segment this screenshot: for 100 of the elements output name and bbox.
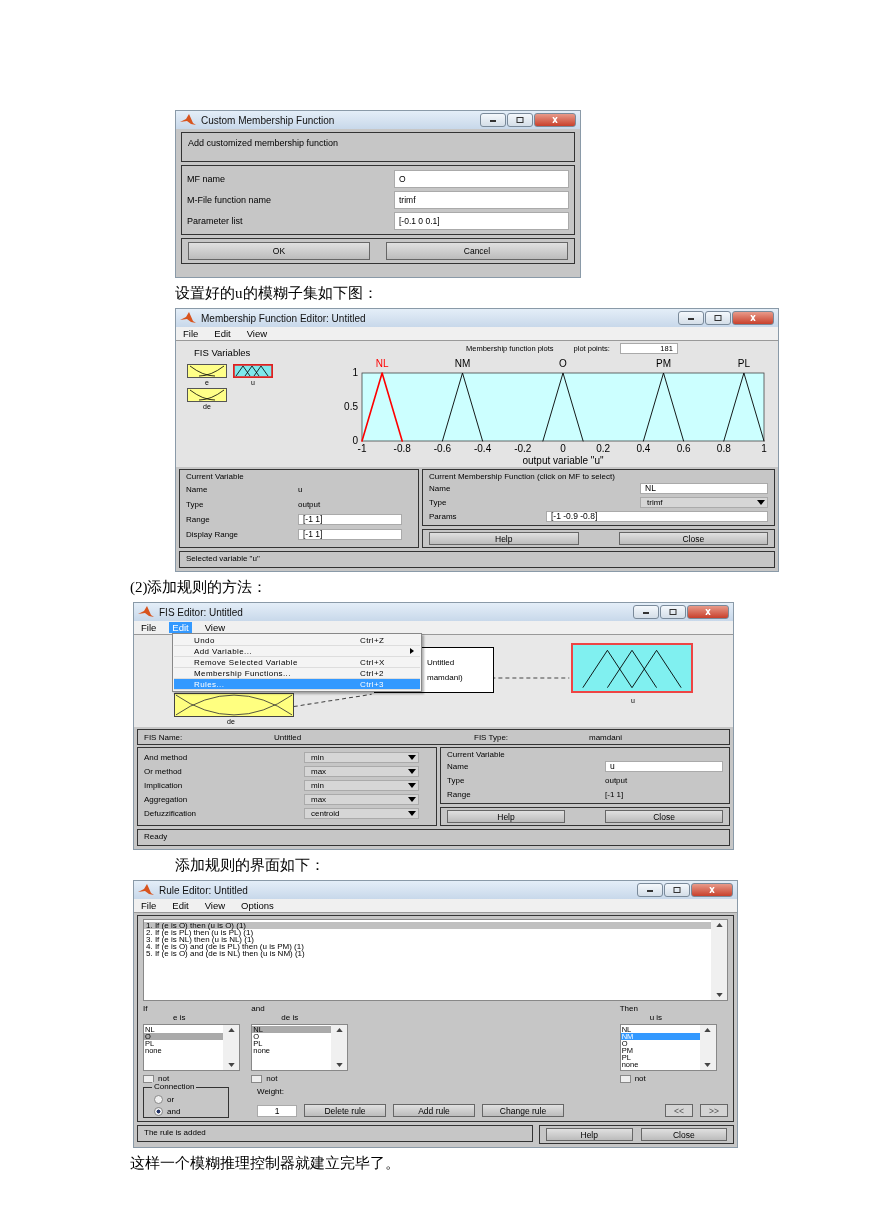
text-field[interactable]: trimf xyxy=(394,191,569,209)
app-logo-icon xyxy=(138,606,154,618)
variable-label: u is xyxy=(648,1013,664,1022)
scroll-down-icon xyxy=(704,1063,712,1067)
menu-item[interactable]: Edit xyxy=(169,900,192,911)
maximize-button[interactable] xyxy=(664,883,690,897)
app-logo-icon xyxy=(180,114,196,126)
close-button[interactable] xyxy=(691,883,733,897)
close-icon xyxy=(748,315,758,321)
variable-block[interactable] xyxy=(233,364,273,378)
checkbox[interactable] xyxy=(143,1074,154,1083)
rule-button[interactable]: Delete rule xyxy=(304,1104,386,1117)
x-tick-label: -0.2 xyxy=(514,443,532,454)
window-title: Membership Function Editor: Untitled xyxy=(201,312,366,324)
scrollbar[interactable] xyxy=(223,1025,239,1070)
checkbox-label: not xyxy=(158,1074,170,1083)
dialog-button[interactable]: Close xyxy=(605,810,723,823)
scrollbar[interactable] xyxy=(711,920,727,1000)
variable-block[interactable] xyxy=(187,388,227,402)
variable-block[interactable] xyxy=(187,364,227,378)
maximize-button[interactable] xyxy=(660,605,686,619)
rule-item[interactable]: 1. If (e is O) then (u is O) (1) xyxy=(144,922,711,929)
membership-curve[interactable] xyxy=(361,372,403,442)
menu-item[interactable]: Add Variable... xyxy=(174,646,420,657)
close-button[interactable] xyxy=(687,605,729,619)
minimize-button[interactable] xyxy=(480,113,506,127)
minimize-button[interactable] xyxy=(633,605,659,619)
y-tick-label: 0 xyxy=(352,435,358,446)
text-field[interactable]: [-1 1] xyxy=(298,528,402,540)
curve-label: PM xyxy=(656,358,671,369)
membership-curve[interactable] xyxy=(441,372,484,442)
output-variable-block[interactable] xyxy=(571,643,693,693)
dropdown[interactable]: min xyxy=(304,751,419,763)
menu-item[interactable]: Undo Ctrl+Z xyxy=(174,635,420,646)
dropdown[interactable]: max xyxy=(304,765,419,777)
rule-button[interactable]: Add rule xyxy=(393,1104,475,1117)
status-text: The rule is added xyxy=(144,1128,206,1137)
minimize-icon xyxy=(488,117,498,123)
close-button[interactable] xyxy=(534,113,576,127)
scrollbar[interactable] xyxy=(331,1025,348,1070)
radio-button[interactable] xyxy=(154,1107,163,1116)
dialog-button[interactable]: Help xyxy=(447,810,565,823)
membership-curve[interactable] xyxy=(642,372,685,442)
text-field[interactable]: [-1 -0.9 -0.8] xyxy=(546,510,768,522)
dialog-button[interactable]: Close xyxy=(640,1128,727,1141)
field-label: Parameter list xyxy=(187,216,243,226)
text-field[interactable]: NL xyxy=(640,482,768,494)
field-label: FIS Name: xyxy=(144,732,184,742)
field-label: Type xyxy=(429,497,448,507)
maximize-button[interactable] xyxy=(705,311,731,325)
close-icon xyxy=(550,117,560,123)
menu-item[interactable]: Options xyxy=(238,900,277,911)
rule-button[interactable]: Change rule xyxy=(482,1104,564,1117)
dialog-button[interactable]: Cancel xyxy=(386,242,568,260)
text-field[interactable]: [-1 1] xyxy=(298,513,402,525)
rule-item[interactable]: 4. If (e is O) and (de is PL) then (u is PM) (1) xyxy=(144,943,711,950)
system-text: Untitled xyxy=(427,658,456,667)
radio-button[interactable] xyxy=(154,1095,163,1104)
menu-item[interactable]: Edit xyxy=(211,328,234,339)
section-title: FIS Variables xyxy=(194,347,251,358)
close-button[interactable] xyxy=(732,311,774,325)
membership-curves-icon xyxy=(175,694,293,716)
text-field[interactable]: u xyxy=(605,760,723,772)
weight-field[interactable]: 1 xyxy=(257,1104,297,1117)
menu-item[interactable]: View xyxy=(201,622,229,633)
value-text: u xyxy=(298,484,303,494)
rule-item[interactable]: 3. If (e is NL) then (u is NL) (1) xyxy=(144,936,711,943)
menu-item[interactable]: File xyxy=(138,622,160,633)
rule-item[interactable]: 2. If (e is PL) then (u is PL) (1) xyxy=(144,929,711,936)
dropdown[interactable]: centroid xyxy=(304,807,419,819)
dropdown[interactable]: min xyxy=(304,779,419,791)
field-label: Type xyxy=(186,499,205,509)
close-icon xyxy=(707,887,717,893)
input-variable-block[interactable] xyxy=(174,693,294,717)
dropdown[interactable]: trimf xyxy=(640,496,768,508)
text-field[interactable]: [-0.1 0 0.1] xyxy=(394,212,569,230)
text-field[interactable]: O xyxy=(394,170,569,188)
membership-curve[interactable] xyxy=(542,372,584,442)
scroll-down-icon xyxy=(227,1063,235,1067)
menu-item[interactable]: Remove Selected Variable Ctrl+X xyxy=(174,657,420,668)
x-tick-label: 0 xyxy=(560,443,566,454)
menu-item[interactable]: View xyxy=(201,900,229,911)
menu-item[interactable]: View xyxy=(243,328,271,339)
membership-curve[interactable] xyxy=(723,372,765,442)
x-tick-label: -1 xyxy=(357,443,367,454)
checkbox[interactable] xyxy=(251,1074,263,1083)
dialog-button[interactable]: OK xyxy=(188,242,370,260)
dialog-button[interactable]: Help xyxy=(546,1128,633,1141)
checkbox[interactable] xyxy=(619,1074,631,1083)
rule-item[interactable]: 5. If (e is O) and (de is NL) then (u is NM) (1) xyxy=(144,950,711,957)
minimize-button[interactable] xyxy=(678,311,704,325)
curve-label: NM xyxy=(454,358,471,369)
minimize-button[interactable] xyxy=(637,883,663,897)
menu-item[interactable]: File xyxy=(180,328,202,339)
scrollbar[interactable] xyxy=(699,1025,716,1070)
maximize-button[interactable] xyxy=(507,113,533,127)
dialog-button[interactable]: Close xyxy=(618,532,768,545)
dropdown[interactable]: max xyxy=(304,793,419,805)
menu-item[interactable]: File xyxy=(138,900,160,911)
dialog-button[interactable]: Help xyxy=(429,532,579,545)
